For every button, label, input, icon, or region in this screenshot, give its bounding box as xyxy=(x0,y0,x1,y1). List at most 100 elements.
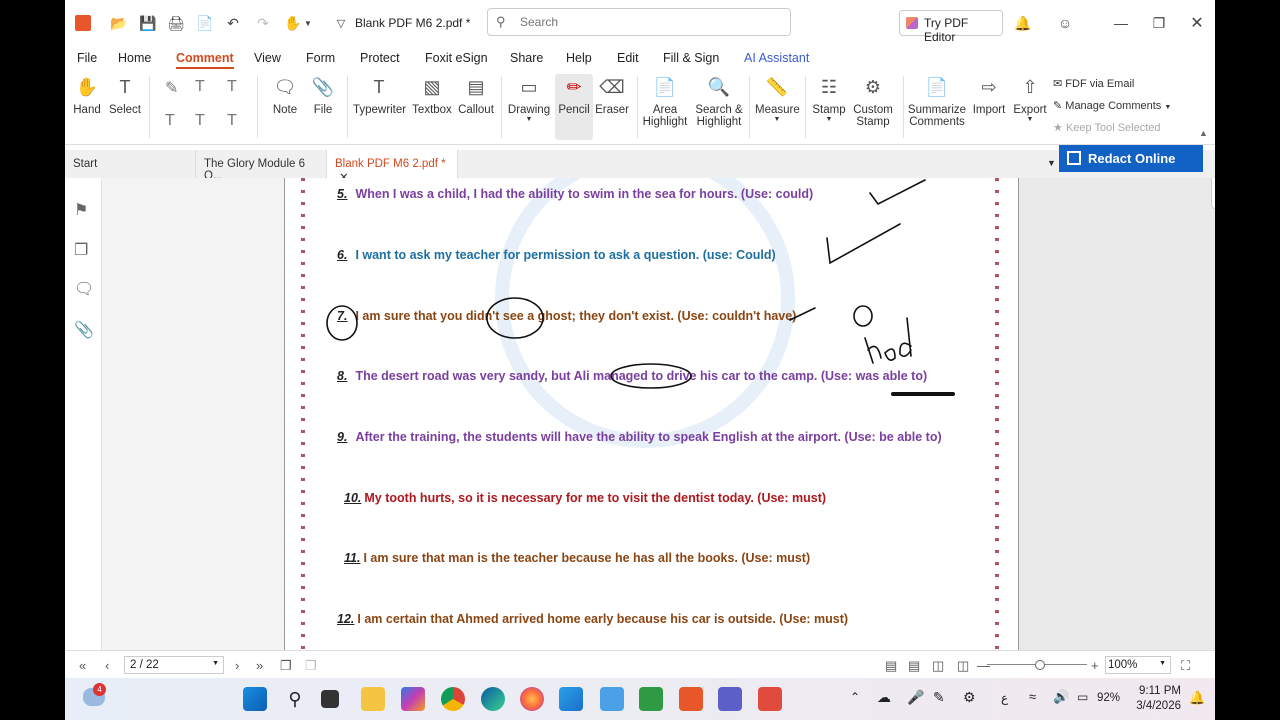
notification-center-icon[interactable]: 🔔 xyxy=(1189,690,1205,706)
hand-tool-button[interactable]: ✋ Hand xyxy=(71,74,103,116)
manage-comments-button[interactable]: ✎ Manage Comments ▼ xyxy=(1053,99,1171,112)
menu-help[interactable]: Help xyxy=(566,51,592,65)
drawing-button[interactable]: ▭ Drawing ▼ xyxy=(507,74,551,123)
undo-icon[interactable]: ↶ xyxy=(223,13,243,33)
try-pdf-editor-button[interactable]: Try PDF Editor xyxy=(899,10,1003,44)
minimize-icon[interactable]: — xyxy=(1111,13,1131,33)
dropdown-chevron-icon[interactable]: ▼ xyxy=(298,13,318,33)
chrome-icon[interactable] xyxy=(441,687,465,711)
file-explorer-icon[interactable] xyxy=(361,687,385,711)
first-page-icon[interactable]: « xyxy=(79,658,86,673)
fullscreen-icon[interactable]: ⛶ xyxy=(1181,658,1190,674)
menu-share[interactable]: Share xyxy=(510,51,543,65)
bookmark-icon[interactable]: ⚑ xyxy=(74,200,92,220)
last-page-icon[interactable]: » xyxy=(256,658,263,673)
pen-icon[interactable]: ✎ xyxy=(933,689,945,706)
menu-comment[interactable]: Comment xyxy=(176,51,234,69)
menu-view[interactable]: View xyxy=(254,51,281,65)
keyboard-lang[interactable]: ع xyxy=(1001,691,1008,705)
strikeout-text-icon[interactable]: T xyxy=(165,112,175,130)
zoom-slider[interactable] xyxy=(987,660,1087,670)
cloud-icon[interactable]: ☁ xyxy=(877,689,891,706)
menu-ai-assistant[interactable]: AI Assistant xyxy=(744,51,809,65)
select-tool-button[interactable]: T Select xyxy=(109,74,141,116)
app-tray-icon[interactable]: ⚙ xyxy=(963,689,976,706)
export-button[interactable]: ⇧ Export ▼ xyxy=(1011,74,1049,123)
typewriter-button[interactable]: T Typewriter xyxy=(353,74,406,116)
tab-blank-pdf[interactable]: Blank PDF M6 2.pdf * ✕ xyxy=(327,150,458,184)
zoom-out-icon[interactable]: — xyxy=(977,658,990,673)
search-box[interactable]: ⚲ xyxy=(487,8,791,36)
menu-foxit-esign[interactable]: Foxit eSign xyxy=(425,51,488,65)
highlight-text-icon[interactable]: ✎ xyxy=(165,78,178,98)
open-folder-icon[interactable]: 📂 xyxy=(109,13,129,33)
measure-button[interactable]: 📏 Measure ▼ xyxy=(755,74,800,123)
restore-icon[interactable]: ❐ xyxy=(1149,13,1169,33)
squiggly-text-icon[interactable]: T xyxy=(227,78,237,96)
note-button[interactable]: 🗨 Note xyxy=(269,74,301,116)
tabs-dropdown-icon[interactable]: ▼ xyxy=(1047,158,1056,168)
microphone-icon[interactable]: 🎤 xyxy=(907,689,924,706)
search-input[interactable] xyxy=(518,14,782,30)
custom-stamp-button[interactable]: ⚙ Custom Stamp xyxy=(851,74,895,128)
tray-chevron-icon[interactable]: ⌃ xyxy=(850,690,860,704)
textbox-button[interactable]: ▧ Textbox xyxy=(411,74,453,116)
taskbar-search-icon[interactable]: ⚲ xyxy=(283,687,307,711)
export-doc-icon[interactable]: 📄 xyxy=(195,13,215,33)
volume-icon[interactable]: 🔊 xyxy=(1053,689,1069,705)
collapse-ribbon-icon[interactable]: ▲ xyxy=(1199,128,1208,138)
attachment-icon[interactable]: 📎 xyxy=(74,320,94,340)
fdf-via-email-button[interactable]: ✉ FDF via Email xyxy=(1053,77,1134,90)
import-button[interactable]: ⇨ Import xyxy=(971,74,1007,116)
keep-tool-selected-button[interactable]: ★ Keep Tool Selected xyxy=(1053,121,1161,134)
windows-start-icon[interactable] xyxy=(243,687,267,711)
summarize-comments-button[interactable]: 📄 Summarize Comments xyxy=(907,74,967,128)
foxit-reader-icon[interactable] xyxy=(679,687,703,711)
comments-icon[interactable]: 🗨 xyxy=(74,279,94,299)
menu-form[interactable]: Form xyxy=(306,51,335,65)
continuous-facing-icon[interactable]: ◫ xyxy=(957,658,969,674)
pages-icon[interactable]: ❐ xyxy=(74,240,92,260)
menu-fill-sign[interactable]: Fill & Sign xyxy=(663,51,719,65)
menu-home[interactable]: Home xyxy=(118,51,151,65)
pencil-button[interactable]: ✏ Pencil xyxy=(555,74,593,140)
menu-file[interactable]: File xyxy=(77,51,97,65)
underline-text-icon[interactable]: T xyxy=(195,78,205,96)
page-number-field[interactable]: 2 / 22 ▼ xyxy=(124,656,224,674)
area-highlight-button[interactable]: 📄 Area Highlight xyxy=(641,74,689,128)
print-icon[interactable]: 🖨 xyxy=(166,13,186,33)
doc-menu-icon[interactable]: ▽ xyxy=(331,13,351,33)
battery-icon[interactable]: ▭ xyxy=(1077,690,1088,704)
zoom-level-field[interactable]: 100% ▼ xyxy=(1105,656,1171,674)
camtasia-recorder-icon[interactable] xyxy=(758,687,782,711)
m365-icon[interactable] xyxy=(401,687,425,711)
eraser-button[interactable]: ⌫ Eraser xyxy=(595,74,629,116)
zoom-in-icon[interactable]: + xyxy=(1091,658,1099,673)
next-page-icon[interactable]: › xyxy=(235,658,239,673)
close-icon[interactable]: ✕ xyxy=(1187,13,1207,33)
account-icon[interactable]: ☺ xyxy=(1055,13,1075,33)
tab-glory-module[interactable]: The Glory Module 6 Q... xyxy=(196,150,327,182)
photos-icon[interactable] xyxy=(559,687,583,711)
notepad-icon[interactable] xyxy=(600,687,624,711)
save-icon[interactable]: 💾 xyxy=(138,13,158,33)
edge-icon[interactable] xyxy=(481,687,505,711)
previous-page-icon[interactable]: ‹ xyxy=(105,658,109,673)
search-highlight-button[interactable]: 🔍 Search & Highlight xyxy=(693,74,745,128)
split-view-icon[interactable]: ❐ xyxy=(280,658,292,674)
compare-icon[interactable]: ❐ xyxy=(305,658,317,674)
zoom-slider-handle[interactable] xyxy=(1035,660,1045,670)
continuous-page-icon[interactable]: ▤ xyxy=(908,658,920,674)
facing-page-icon[interactable]: ◫ xyxy=(932,658,944,674)
bell-icon[interactable]: 🔔 xyxy=(1013,13,1033,33)
camtasia-icon[interactable] xyxy=(639,687,663,711)
menu-protect[interactable]: Protect xyxy=(360,51,400,65)
tab-start[interactable]: Start xyxy=(65,150,196,178)
ai-assistant-float-button[interactable]: ☉ xyxy=(1211,178,1215,209)
redo-icon[interactable]: ↷ xyxy=(253,13,273,33)
single-page-icon[interactable]: ▤ xyxy=(885,658,897,674)
redact-online-button[interactable]: Redact Online xyxy=(1059,145,1203,172)
callout-button[interactable]: ▤ Callout xyxy=(457,74,495,116)
firefox-icon[interactable] xyxy=(520,687,544,711)
wifi-icon[interactable]: ≈ xyxy=(1029,689,1036,704)
